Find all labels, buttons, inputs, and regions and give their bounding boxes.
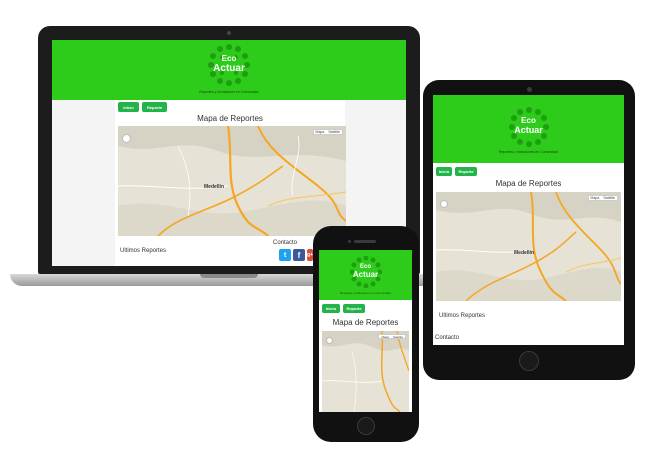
map-type-satellite[interactable]: Satélite	[391, 335, 405, 339]
phone-camera	[348, 240, 351, 243]
map-type-map[interactable]: Mapa	[589, 196, 602, 200]
map-view[interactable]: Mapa Satélite Medellín	[118, 126, 346, 236]
map-city-label: Medellín	[514, 250, 535, 256]
laptop-notch	[200, 274, 258, 278]
nav-bar: Inicio Reporte	[118, 102, 167, 112]
nav-reports-button[interactable]: Reporte	[142, 102, 167, 112]
logo-text-bottom: Actuar	[352, 270, 379, 279]
nav-home-button[interactable]: Inicio	[118, 102, 139, 112]
site-header: Eco Actuar Reportes y Inclusiones en Com…	[433, 95, 624, 163]
recent-reports-heading: Ultimos Reportes	[120, 248, 167, 254]
map-terrain	[118, 126, 346, 236]
phone-screen: Eco Actuar Reportes y Inclusiones en Com…	[319, 250, 412, 412]
map-type-satellite[interactable]: Satélite	[601, 196, 617, 200]
tablet-camera	[527, 87, 532, 92]
site-header: Eco Actuar Reportes y Inclusiones en Com…	[52, 40, 406, 100]
nav-bar: Inicio Reporte	[436, 167, 477, 176]
site-tagline: Reportes y Inclusiones en Comunidad	[498, 150, 559, 154]
nav-bar: Inicio Reporte	[322, 304, 365, 313]
contact-heading: Contacto	[273, 240, 298, 246]
nav-reports-button[interactable]: Reporte	[343, 304, 365, 313]
social-links: t f g+	[279, 249, 313, 261]
recent-reports-heading: Ultimos Reportes	[439, 313, 486, 319]
map-type-control[interactable]: Mapa Satélite	[312, 129, 343, 135]
site-logo[interactable]: Eco Actuar Reportes y Inclusiones en Com…	[321, 256, 411, 295]
map-type-map[interactable]: Mapa	[314, 130, 327, 134]
map-type-control[interactable]: Mapa Satélite	[378, 334, 406, 339]
map-view[interactable]: Mapa Satélite Medellín	[436, 192, 621, 301]
map-title: Mapa de Reportes	[332, 318, 399, 327]
contact-heading: Contacto	[435, 335, 460, 341]
nav-home-button[interactable]: Inicio	[436, 167, 452, 176]
map-terrain	[322, 331, 409, 412]
map-view[interactable]: Mapa Satélite	[322, 331, 409, 412]
map-pan-control[interactable]	[326, 337, 333, 344]
tablet-screen: Eco Actuar Reportes y Inclusiones en Com…	[433, 95, 624, 345]
site-logo[interactable]: Eco Actuar Reportes y Inclusiones en Com…	[169, 44, 289, 94]
logo-text-top: Eco	[521, 116, 536, 125]
map-title: Mapa de Reportes	[495, 179, 562, 188]
map-city-label: Medellín	[204, 184, 225, 190]
map-pan-control[interactable]	[122, 134, 131, 143]
logo-text-bottom: Actuar	[213, 63, 245, 74]
map-type-satellite[interactable]: Satélite	[326, 130, 342, 134]
nav-reports-button[interactable]: Reporte	[455, 167, 477, 176]
logo-text-bottom: Actuar	[514, 125, 543, 135]
phone-home-button[interactable]	[357, 417, 375, 435]
map-terrain	[436, 192, 621, 301]
logo-text-top: Eco	[221, 54, 237, 63]
content-panel: Inicio Reporte Mapa de Reportes Mapa Sat…	[115, 100, 346, 266]
tablet-home-button[interactable]	[519, 351, 539, 371]
content-panel: Inicio Reporte Mapa de Reportes Mapa Sat…	[319, 300, 412, 412]
nav-home-button[interactable]: Inicio	[322, 304, 340, 313]
facebook-icon[interactable]: f	[293, 249, 305, 261]
map-type-control[interactable]: Mapa Satélite	[587, 195, 618, 201]
phone-speaker	[354, 240, 376, 243]
laptop-camera	[227, 31, 231, 35]
map-type-map[interactable]: Mapa	[379, 335, 391, 339]
content-panel: Inicio Reporte Mapa de Reportes Mapa Sat…	[433, 163, 624, 345]
twitter-icon[interactable]: t	[279, 249, 291, 261]
site-tagline: Reportes y Inclusiones en Comunidad	[199, 90, 259, 94]
device-showcase: Eco Actuar Reportes y Inclusiones en Com…	[0, 0, 650, 450]
map-pan-control[interactable]	[440, 200, 448, 208]
site-logo[interactable]: Eco Actuar Reportes y Inclusiones en Com…	[479, 107, 579, 154]
site-tagline: Reportes y Inclusiones en Comunidad	[340, 291, 391, 295]
map-title: Mapa de Reportes	[197, 114, 263, 123]
site-header: Eco Actuar Reportes y Inclusiones en Com…	[319, 250, 412, 300]
